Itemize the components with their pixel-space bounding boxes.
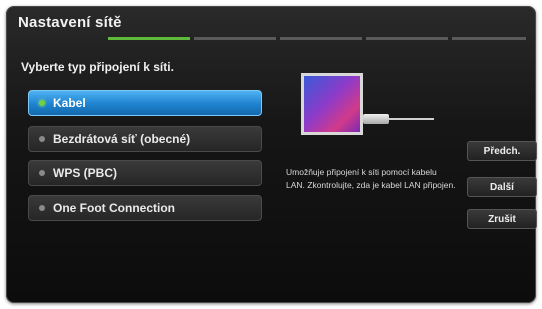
lan-plug-icon bbox=[363, 114, 389, 124]
option-wireless[interactable]: Bezdrátová síť (obecné) bbox=[28, 126, 262, 152]
progress-step-1 bbox=[108, 37, 190, 40]
option-label: Bezdrátová síť (obecné) bbox=[53, 132, 191, 146]
radio-dot-icon bbox=[39, 170, 45, 176]
progress-step-2 bbox=[194, 37, 276, 40]
progress-step-3 bbox=[280, 37, 362, 40]
progress-step-5 bbox=[452, 37, 526, 40]
option-cable[interactable]: Kabel bbox=[28, 90, 262, 116]
radio-dot-icon bbox=[39, 100, 45, 106]
progress-step-4 bbox=[366, 37, 448, 40]
option-wps[interactable]: WPS (PBC) bbox=[28, 160, 262, 186]
option-label: One Foot Connection bbox=[53, 201, 175, 215]
radio-dot-icon bbox=[39, 205, 45, 211]
connection-description: Umožňuje připojení k síti pomocí kabelu … bbox=[286, 167, 456, 190]
cable-icon bbox=[389, 118, 434, 120]
progress-steps bbox=[16, 37, 526, 41]
option-one-foot-connection[interactable]: One Foot Connection bbox=[28, 195, 262, 221]
option-label: Kabel bbox=[53, 96, 86, 110]
network-setup-dialog: Nastavení sítě Vyberte typ připojení k s… bbox=[6, 6, 537, 303]
prev-button[interactable]: Předch. bbox=[467, 141, 537, 161]
tv-screen-icon bbox=[301, 73, 363, 135]
cancel-button[interactable]: Zrušit bbox=[467, 209, 537, 229]
connection-type-prompt: Vyberte typ připojení k síti. bbox=[21, 60, 174, 74]
dialog-title: Nastavení sítě bbox=[18, 14, 122, 31]
option-label: WPS (PBC) bbox=[53, 166, 117, 180]
radio-dot-icon bbox=[39, 136, 45, 142]
next-button[interactable]: Další bbox=[467, 177, 537, 197]
lan-cable-tv-icon bbox=[301, 73, 441, 148]
